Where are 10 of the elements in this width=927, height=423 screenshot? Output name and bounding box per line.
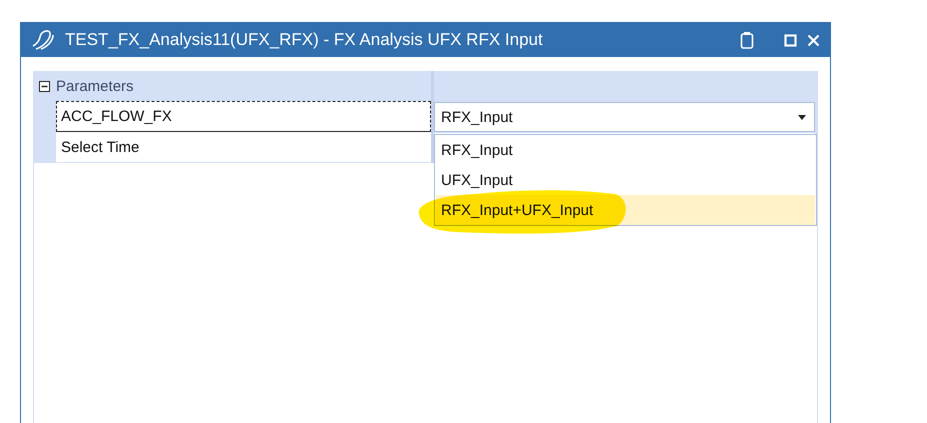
value-dropdown[interactable]: RFX_Input <box>434 102 815 132</box>
property-label[interactable]: ACC_FLOW_FX <box>56 101 431 132</box>
caret-icon <box>798 114 806 120</box>
category-label: Parameters <box>56 78 134 94</box>
close-icon[interactable] <box>807 34 820 46</box>
maximize-icon[interactable] <box>784 34 797 46</box>
window-title: TEST_FX_Analysis11(UFX_RFX) - FX Analysis UFX RFX Input <box>65 30 544 50</box>
property-label[interactable]: Select Time <box>56 132 431 163</box>
collapse-icon[interactable] <box>39 80 50 92</box>
clipboard-icon[interactable] <box>740 31 754 49</box>
